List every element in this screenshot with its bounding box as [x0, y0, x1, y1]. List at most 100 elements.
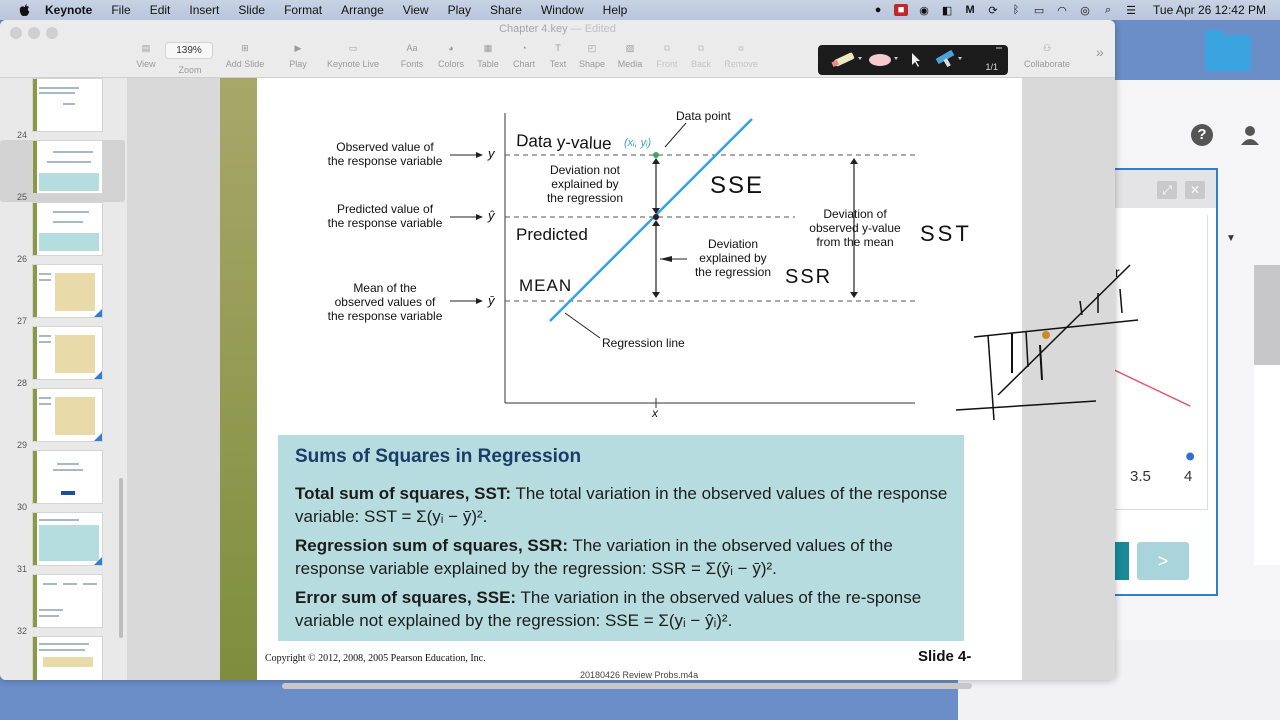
search-icon[interactable]: ⌕: [1101, 4, 1115, 16]
remove-button[interactable]: ⧇ Remove: [722, 43, 760, 69]
regression-line-label: Regression line: [602, 336, 685, 350]
expand-icon[interactable]: ⤢: [1157, 181, 1177, 199]
marker-tool-icon: [935, 49, 962, 68]
apple-icon[interactable]: [17, 3, 31, 17]
toolbar-overflow-icon[interactable]: »: [1096, 44, 1104, 60]
camera-icon[interactable]: ◧: [940, 4, 954, 17]
back-button[interactable]: ⧉ Back: [688, 43, 714, 69]
fonts-icon: Aa: [406, 43, 418, 53]
slide-thumb-26[interactable]: 26: [0, 202, 125, 264]
play-button[interactable]: ▶ Play: [286, 43, 310, 69]
chart-button[interactable]: ◔ Chart: [510, 43, 538, 69]
text-button[interactable]: T Text: [546, 43, 570, 69]
m-app-icon[interactable]: M: [963, 4, 977, 16]
y-i-symbol: y: [487, 146, 496, 161]
dev-observed-3: from the mean: [816, 235, 893, 249]
pointer-tool-icon: [912, 53, 920, 67]
teal-button[interactable]: [1113, 542, 1129, 580]
app-menu[interactable]: Keynote: [45, 3, 92, 17]
predicted-label-2: the response variable: [328, 216, 443, 230]
vpn-icon[interactable]: ◉: [917, 4, 931, 17]
user-icon[interactable]: [1239, 124, 1261, 146]
red-app-icon[interactable]: ■: [894, 4, 909, 16]
slide-number-label: Slide 4-: [918, 648, 972, 665]
control-center-icon[interactable]: ☰: [1124, 4, 1138, 17]
slide-thumb-25[interactable]: 25: [0, 140, 125, 202]
handwriting-sse: SSE: [710, 172, 764, 199]
slide-thumb-31[interactable]: 31: [0, 512, 125, 574]
menu-view[interactable]: View: [403, 3, 429, 17]
menu-play[interactable]: Play: [448, 3, 471, 17]
slide-thumb-29[interactable]: 29: [0, 388, 125, 450]
dev-observed-1: Deviation of: [823, 207, 887, 221]
menu-window[interactable]: Window: [541, 3, 584, 17]
menu-slide[interactable]: Slide: [238, 3, 265, 17]
media-button[interactable]: ▨ Media: [616, 43, 644, 69]
slide-number: 30: [17, 502, 28, 512]
dropdown-chevron-icon[interactable]: ▼: [1226, 233, 1236, 244]
menu-help[interactable]: Help: [603, 3, 628, 17]
menu-file[interactable]: File: [111, 3, 130, 17]
menu-share[interactable]: Share: [490, 3, 522, 17]
slide-number: 29: [17, 440, 28, 450]
slide-thumb-28[interactable]: 28: [0, 326, 125, 388]
collaborate-button[interactable]: ⚇ Collaborate: [1020, 43, 1074, 69]
menu-insert[interactable]: Insert: [189, 3, 219, 17]
shape-button[interactable]: ◰ Shape: [577, 43, 607, 69]
menu-edit[interactable]: Edit: [150, 3, 171, 17]
axis-tick-4: 4: [1184, 468, 1193, 485]
dev-not-explained-3: the regression: [547, 191, 623, 205]
add-slide-button[interactable]: ⊞ Add Slide: [222, 43, 268, 69]
regression-diagram: Data point Observed value of the respons…: [328, 109, 969, 420]
keynote-live-button[interactable]: ▭ Keynote Live: [324, 43, 382, 69]
dev-explained-3: the regression: [695, 265, 771, 279]
front-button[interactable]: ⧉ Front: [654, 43, 680, 69]
desktop-folder-icon[interactable]: [1205, 30, 1251, 71]
sse-definition: Error sum of squares, SSE: The variation…: [295, 588, 922, 630]
help-icon[interactable]: ?: [1191, 124, 1213, 146]
media-icon: ▨: [625, 43, 635, 53]
annotation-toolbar: 1/1: [818, 45, 1008, 75]
colors-icon: ◕: [448, 43, 454, 53]
xy-point-label: (xᵢ, yᵢ): [624, 137, 652, 149]
mean-label-2: observed values of: [335, 295, 436, 309]
y-bar-symbol: ȳ: [487, 293, 496, 308]
table-button[interactable]: ▦ Table: [474, 43, 502, 69]
slide-number: 27: [17, 316, 28, 326]
sync-icon[interactable]: ⟳: [986, 4, 1000, 17]
slide-thumb-33[interactable]: [0, 636, 125, 680]
remove-icon: ⧇: [738, 43, 744, 53]
slide-thumb-32[interactable]: 32: [0, 574, 125, 636]
slide-thumb-24[interactable]: 24: [0, 78, 125, 140]
navigator-scrollbar[interactable]: [119, 478, 123, 638]
text-icon: T: [555, 43, 561, 53]
sst-definition: Total sum of squares, SST: The total var…: [295, 484, 948, 526]
next-button[interactable]: >: [1137, 542, 1189, 580]
shape-icon: ◰: [587, 43, 597, 53]
menu-clock: Tue Apr 26 12:42 PM: [1153, 3, 1266, 17]
wifi-icon[interactable]: ◠: [1055, 4, 1069, 17]
slide-thumb-30[interactable]: 30: [0, 450, 125, 512]
close-icon[interactable]: ✕: [1185, 181, 1205, 199]
view-button[interactable]: ▤ View: [134, 43, 158, 69]
menu-arrange[interactable]: Arrange: [341, 3, 384, 17]
dev-explained-1: Deviation: [708, 237, 758, 251]
canvas-horizontal-scrollbar[interactable]: [282, 683, 972, 689]
x-i-symbol: x: [651, 406, 659, 420]
menu-format[interactable]: Format: [284, 3, 322, 17]
slide-number: 28: [17, 378, 28, 388]
table-icon: ▦: [483, 43, 493, 53]
zoom-select[interactable]: 139%: [165, 42, 213, 59]
record-icon[interactable]: ●: [871, 4, 885, 16]
view-icon: ▤: [141, 43, 151, 53]
account-icon[interactable]: ◎: [1078, 4, 1092, 17]
bluetooth-icon[interactable]: ᛒ: [1009, 4, 1023, 16]
colors-button[interactable]: ◕ Colors: [436, 43, 466, 69]
slide-thumb-27[interactable]: 27: [0, 264, 125, 326]
dev-observed-2: observed y-value: [809, 221, 901, 235]
data-point-label: Data point: [676, 109, 731, 123]
mean-label-3: the response variable: [328, 309, 443, 323]
collaborate-icon: ⚇: [1042, 43, 1052, 53]
fonts-button[interactable]: Aa Fonts: [398, 43, 426, 69]
battery-icon[interactable]: ▭: [1032, 4, 1046, 17]
